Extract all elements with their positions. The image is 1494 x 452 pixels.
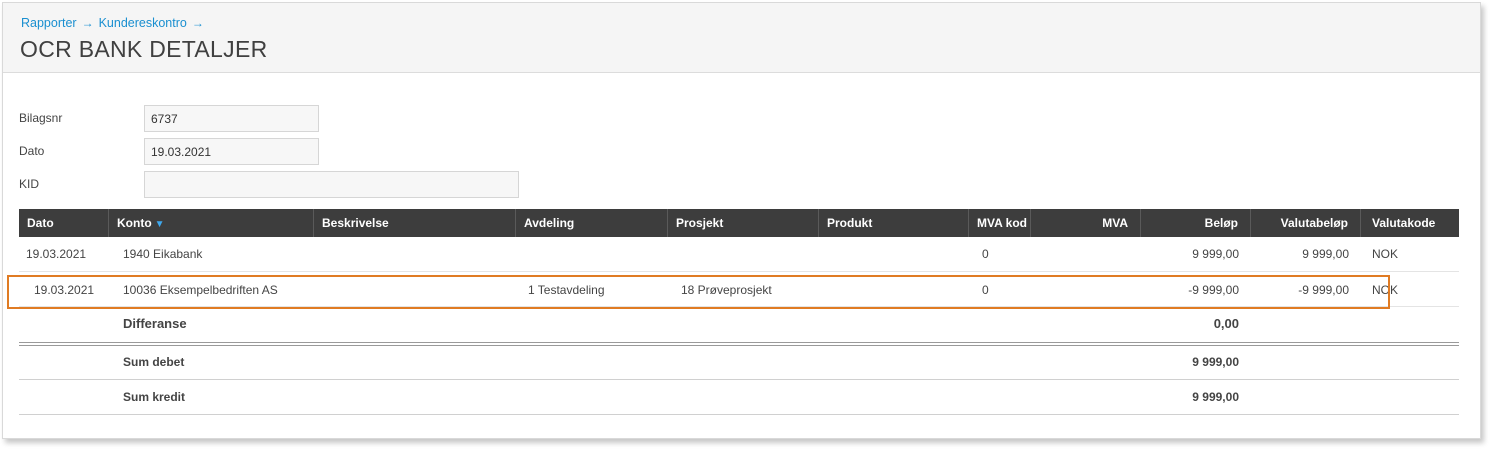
bilagsnr-field[interactable]	[144, 105, 319, 132]
dato-label: Dato	[19, 144, 45, 158]
column-header-avdeling[interactable]: Avdeling	[516, 209, 668, 237]
column-label: Konto	[117, 216, 152, 230]
sum-debet-label: Sum debet	[123, 355, 185, 369]
sum-kredit-row: Sum kredit 9 999,00	[19, 381, 1459, 415]
column-label: Valutabeløp	[1280, 216, 1348, 230]
column-header-beskrivelse[interactable]: Beskrivelse	[314, 209, 516, 237]
breadcrumb-rapporter[interactable]: Rapporter	[21, 16, 77, 30]
dato-field[interactable]	[144, 138, 319, 165]
sum-kredit-value: 9 999,00	[1192, 390, 1239, 404]
column-label: Produkt	[827, 216, 873, 230]
cell-mva-kode: 0	[982, 247, 989, 261]
cell-belop: -9 999,00	[1188, 283, 1239, 297]
kid-label: KID	[19, 177, 40, 191]
column-header-dato[interactable]: Dato	[19, 209, 109, 237]
column-header-valutakode[interactable]: Valutakode	[1361, 209, 1459, 237]
page-header: Rapporter → Kundereskontro → OCR BANK DE…	[3, 3, 1480, 73]
column-label: Avdeling	[524, 216, 575, 230]
sum-debet-row: Sum debet 9 999,00	[19, 346, 1459, 380]
cell-dato: 19.03.2021	[26, 247, 87, 261]
grid-header: Dato Konto ▼ Beskrivelse Avdeling Prosjek…	[19, 209, 1459, 237]
differanse-label: Differanse	[123, 316, 187, 331]
breadcrumb: Rapporter → Kundereskontro →	[21, 16, 205, 30]
cell-valutakode: NOK	[1372, 283, 1399, 297]
cell-konto: 10036 Eksempelbedriften AS	[123, 283, 278, 297]
column-label: Beskrivelse	[322, 216, 389, 230]
column-header-konto[interactable]: Konto ▼	[109, 209, 314, 237]
cell-konto: 1940 Eikabank	[123, 247, 203, 261]
column-header-valutabelop[interactable]: Valutabeløp	[1251, 209, 1361, 237]
breadcrumb-arrow-icon: →	[81, 16, 94, 30]
column-label: Valutakode	[1372, 216, 1436, 230]
sum-debet-value: 9 999,00	[1192, 355, 1239, 369]
table-row[interactable]: 19.03.2021 1940 Eikabank 0 9 999,00 9 99…	[19, 237, 1459, 272]
breadcrumb-kundereskontro[interactable]: Kundereskontro	[99, 16, 187, 30]
column-label: MVA	[1102, 216, 1128, 230]
ocr-detail-grid: Dato Konto ▼ Beskrivelse Avdeling Prosjek…	[19, 209, 1459, 340]
cell-prosjekt: 18 Prøveprosjekt	[681, 283, 772, 297]
column-label: MVA kod	[977, 216, 1027, 230]
column-header-prosjekt[interactable]: Prosjekt	[668, 209, 819, 237]
cell-mva-kode: 0	[982, 283, 989, 297]
cell-valutakode: NOK	[1372, 247, 1399, 261]
sort-down-icon: ▼	[154, 219, 165, 230]
cell-dato: 19.03.2021	[34, 283, 95, 297]
breadcrumb-arrow-icon: →	[191, 16, 204, 30]
differanse-row: Differanse 0,00	[19, 307, 1459, 340]
cell-avdeling: 1 Testavdeling	[528, 283, 605, 297]
bilagsnr-label: Bilagsnr	[19, 111, 63, 125]
cell-valutabelop: -9 999,00	[1298, 283, 1349, 297]
column-label: Dato	[27, 216, 54, 230]
column-header-produkt[interactable]: Produkt	[819, 209, 969, 237]
sum-kredit-label: Sum kredit	[123, 390, 186, 404]
table-row[interactable]: 19.03.2021 10036 Eksempelbedriften AS 1 …	[19, 272, 1459, 307]
page-title: OCR BANK DETALJER	[20, 36, 268, 62]
cell-valutabelop: 9 999,00	[1302, 247, 1349, 261]
column-label: Prosjekt	[676, 216, 724, 230]
column-label: Beløp	[1204, 216, 1238, 230]
column-header-belop[interactable]: Beløp	[1141, 209, 1251, 237]
cell-belop: 9 999,00	[1192, 247, 1239, 261]
column-header-mva[interactable]: MVA	[1031, 209, 1141, 237]
kid-field[interactable]	[144, 171, 519, 198]
differanse-value: 0,00	[1213, 316, 1239, 331]
column-header-mva-kode[interactable]: MVA kod	[969, 209, 1031, 237]
